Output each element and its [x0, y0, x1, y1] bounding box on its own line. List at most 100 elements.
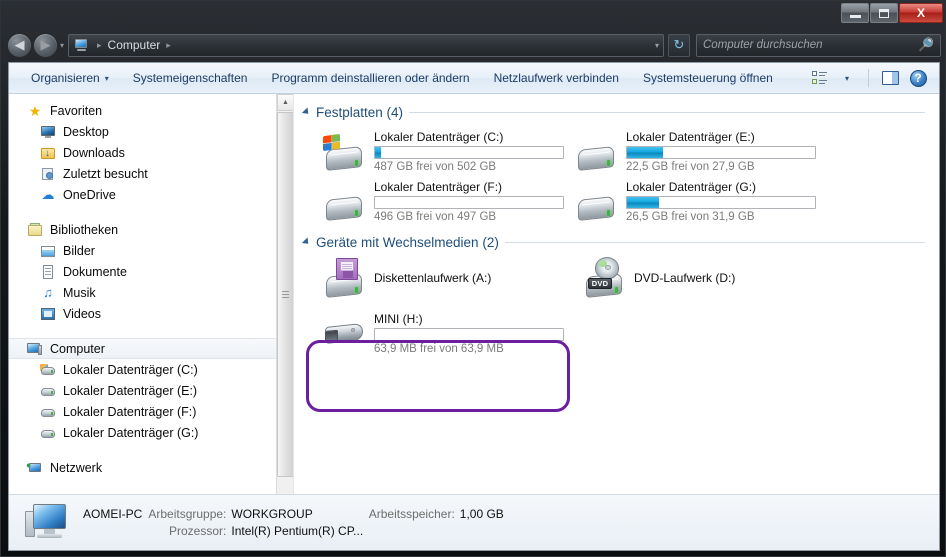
- sidebar-item-desktop[interactable]: Desktop: [9, 121, 293, 142]
- memory-label: Arbeitsspeicher:: [368, 507, 455, 521]
- sidebar-item-drive-f[interactable]: Lokaler Datenträger (F:): [9, 401, 293, 422]
- scroll-up-arrow-icon[interactable]: ▲: [277, 94, 293, 111]
- maximize-button[interactable]: [870, 3, 898, 23]
- sidebar-item-computer[interactable]: Computer: [9, 338, 293, 359]
- navigation-pane-scrollbar[interactable]: ▲ ▼: [276, 94, 293, 511]
- collapse-triangle-icon[interactable]: [301, 237, 312, 247]
- workgroup-value: WORKGROUP: [231, 507, 313, 521]
- drive-info: DVD-Laufwerk (D:): [634, 271, 735, 285]
- map-network-drive-button[interactable]: Netzlaufwerk verbinden: [482, 66, 631, 90]
- search-input[interactable]: [703, 39, 918, 51]
- capacity-bar: [374, 195, 564, 209]
- drive-tile-h[interactable]: MINI (H:) 63,9 MB frei von 63,9 MB: [318, 308, 570, 358]
- drive-tiles-wechselmedien: Diskettenlaufwerk (A:) DVD DVD-Laufwerk …: [300, 252, 939, 358]
- breadcrumb-computer[interactable]: Computer: [106, 38, 163, 52]
- drive-name: MINI (H:): [374, 311, 423, 326]
- drive-name: DVD-Laufwerk (D:): [634, 271, 736, 285]
- drive-tile-g[interactable]: Lokaler Datenträger (G:) 26,5 GB frei vo…: [570, 176, 822, 226]
- capacity-bar-fill: [627, 196, 659, 208]
- capacity-bar: [374, 145, 564, 159]
- drive-tile-f[interactable]: Lokaler Datenträger (F:) 496 GB frei von…: [318, 176, 570, 226]
- back-button[interactable]: ◀: [7, 32, 32, 58]
- sidebar-label: Lokaler Datenträger (C:): [63, 362, 198, 377]
- sidebar-item-drive-c[interactable]: Lokaler Datenträger (C:): [9, 359, 293, 380]
- sidebar-item-onedrive[interactable]: ☁ OneDrive: [9, 184, 293, 205]
- drive-tile-a[interactable]: Diskettenlaufwerk (A:): [318, 256, 578, 300]
- sidebar-item-zuletzt-besucht[interactable]: Zuletzt besucht: [9, 163, 293, 184]
- breadcrumb-separator-2[interactable]: ▸: [162, 40, 175, 51]
- details-pane: AOMEI-PC Arbeitsgruppe: WORKGROUP Arbeit…: [9, 494, 939, 550]
- sidebar-item-netzwerk[interactable]: ● Netzwerk: [9, 457, 293, 478]
- sidebar-label: OneDrive: [63, 187, 116, 202]
- scrollbar-thumb[interactable]: [277, 112, 293, 477]
- sidebar-item-downloads[interactable]: ↓ Downloads: [9, 142, 293, 163]
- chevron-down-icon: ▾: [104, 73, 109, 83]
- explorer-window: X ◀ ▶ ▾ ▸ Computer ▸ ▾ ↻ 🔍: [0, 0, 946, 557]
- navigation-pane: ★ Favoriten Desktop ↓ Downloads Zuletzt …: [9, 94, 294, 511]
- drive-tile-e[interactable]: Lokaler Datenträger (E:) 22,5 GB frei vo…: [570, 126, 822, 176]
- file-list-view[interactable]: Festplatten (4) Lokaler Datenträger (C:): [294, 94, 939, 511]
- section-header-festplatten[interactable]: Festplatten (4): [300, 102, 939, 122]
- videos-icon: [40, 306, 56, 322]
- organize-button[interactable]: Organisieren ▾: [19, 66, 121, 90]
- command-bar-right-group: ▾ ?: [806, 66, 939, 90]
- processor-value: Intel(R) Pentium(R) CP...: [231, 524, 364, 538]
- sidebar-item-favoriten[interactable]: ★ Favoriten: [9, 100, 293, 121]
- drive-tile-c[interactable]: Lokaler Datenträger (C:) 487 GB frei von…: [318, 126, 570, 176]
- sidebar-item-bilder[interactable]: Bilder: [9, 240, 293, 261]
- hdd-icon: [40, 404, 56, 420]
- section-divider: [409, 111, 925, 113]
- libraries-icon: [27, 222, 43, 238]
- sidebar-item-musik[interactable]: ♫ Musik: [9, 282, 293, 303]
- section-header-wechselmedien[interactable]: Geräte mit Wechselmedien (2): [300, 232, 939, 252]
- drive-info: Lokaler Datenträger (E:) 22,5 GB frei vo…: [626, 130, 816, 173]
- hdd-icon: [322, 181, 366, 221]
- details-line-1: AOMEI-PC Arbeitsgruppe: WORKGROUP Arbeit…: [83, 507, 504, 521]
- drive-info: Lokaler Datenträger (C:) 487 GB frei von…: [374, 130, 564, 173]
- forward-button[interactable]: ▶: [33, 32, 58, 58]
- search-box[interactable]: 🔍: [696, 33, 941, 57]
- sidebar-item-drive-e[interactable]: Lokaler Datenträger (E:): [9, 380, 293, 401]
- memory-value: 1,00 GB: [459, 507, 504, 521]
- capacity-bar: [374, 327, 564, 341]
- sidebar-label: Dokumente: [63, 264, 127, 279]
- sidebar-label: Downloads: [63, 145, 125, 160]
- change-view-button[interactable]: [806, 66, 832, 90]
- computer-name: AOMEI-PC: [83, 507, 143, 521]
- sidebar-item-videos[interactable]: Videos: [9, 303, 293, 324]
- nav-group-network: ● Netzwerk: [9, 457, 293, 478]
- chevron-down-icon: ▾: [844, 73, 849, 83]
- system-properties-button[interactable]: Systemeigenschaften: [121, 66, 260, 90]
- sidebar-label: Lokaler Datenträger (G:): [63, 425, 199, 440]
- help-button[interactable]: ?: [905, 66, 931, 90]
- capacity-bar-fill: [375, 146, 381, 158]
- sidebar-item-drive-g[interactable]: Lokaler Datenträger (G:): [9, 422, 293, 443]
- sidebar-label: Bibliotheken: [50, 222, 119, 237]
- preview-pane-button[interactable]: [877, 66, 903, 90]
- sidebar-item-dokumente[interactable]: Dokumente: [9, 261, 293, 282]
- open-control-panel-button[interactable]: Systemsteuerung öffnen: [631, 66, 785, 90]
- toolbar-divider: [868, 69, 869, 87]
- sidebar-label: Favoriten: [50, 103, 103, 118]
- usb-drive-icon: [322, 313, 366, 353]
- hdd-windows-icon: [322, 131, 366, 171]
- refresh-button[interactable]: ↻: [668, 33, 690, 57]
- address-bar[interactable]: ▸ Computer ▸ ▾: [68, 33, 664, 57]
- drive-free-space: 487 GB frei von 502 GB: [374, 160, 497, 173]
- address-dropdown-icon[interactable]: ▾: [655, 41, 659, 50]
- drive-info: MINI (H:) 63,9 MB frei von 63,9 MB: [374, 312, 564, 355]
- history-dropdown-button[interactable]: ▾: [60, 41, 64, 50]
- uninstall-program-label: Programm deinstallieren oder ändern: [271, 71, 470, 85]
- uninstall-program-button[interactable]: Programm deinstallieren oder ändern: [259, 66, 481, 90]
- collapse-triangle-icon[interactable]: [301, 107, 312, 117]
- view-dropdown-button[interactable]: ▾: [834, 66, 860, 90]
- network-icon: ●: [26, 460, 43, 476]
- sidebar-item-bibliotheken[interactable]: Bibliotheken: [9, 219, 293, 240]
- scrollbar-grip-icon: [282, 289, 289, 300]
- sidebar-label: Lokaler Datenträger (E:): [63, 383, 198, 398]
- minimize-button[interactable]: [841, 3, 869, 23]
- drive-tile-d[interactable]: DVD DVD-Laufwerk (D:): [578, 256, 838, 300]
- close-button[interactable]: X: [899, 3, 943, 23]
- organize-label: Organisieren: [31, 71, 100, 85]
- preview-pane-icon: [881, 71, 899, 85]
